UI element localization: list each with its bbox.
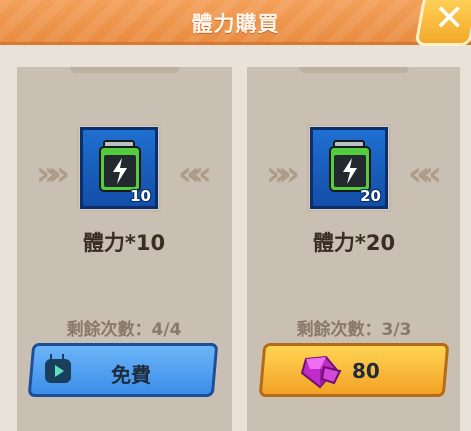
chevron-left-icon: «« bbox=[408, 154, 442, 194]
gem-icon bbox=[300, 355, 342, 389]
item-name: 體力*10 bbox=[82, 231, 166, 255]
item-icon-box[interactable]: 10 bbox=[80, 127, 158, 209]
battery-icon bbox=[329, 140, 371, 192]
item-icon-box[interactable]: 20 bbox=[310, 127, 388, 209]
close-icon: ✕ bbox=[434, 0, 465, 39]
free-claim-button[interactable]: 免費 bbox=[27, 343, 219, 397]
close-button[interactable]: ✕ bbox=[414, 0, 471, 46]
remaining-count: 剩餘次數：4/4 bbox=[66, 320, 182, 340]
dialog-title: 體力購買 bbox=[191, 12, 280, 36]
item-quantity-badge: 10 bbox=[130, 187, 151, 205]
video-ad-icon bbox=[45, 359, 71, 383]
item-quantity-badge: 20 bbox=[360, 187, 381, 205]
card-notch bbox=[17, 67, 232, 75]
item-name: 體力*20 bbox=[312, 231, 396, 255]
chevron-right-icon: »» bbox=[36, 154, 70, 194]
chevron-left-icon: «« bbox=[178, 154, 212, 194]
price-label: 80 bbox=[352, 359, 380, 383]
remaining-count: 剩餘次數：3/3 bbox=[296, 320, 412, 340]
dialog-header: 體力購買 bbox=[0, 0, 471, 45]
free-button-label: 免費 bbox=[111, 363, 151, 387]
battery-icon bbox=[99, 140, 141, 192]
chevron-right-icon: »» bbox=[266, 154, 300, 194]
card-notch bbox=[247, 67, 460, 75]
gem-purchase-button[interactable]: 80 bbox=[258, 343, 450, 397]
